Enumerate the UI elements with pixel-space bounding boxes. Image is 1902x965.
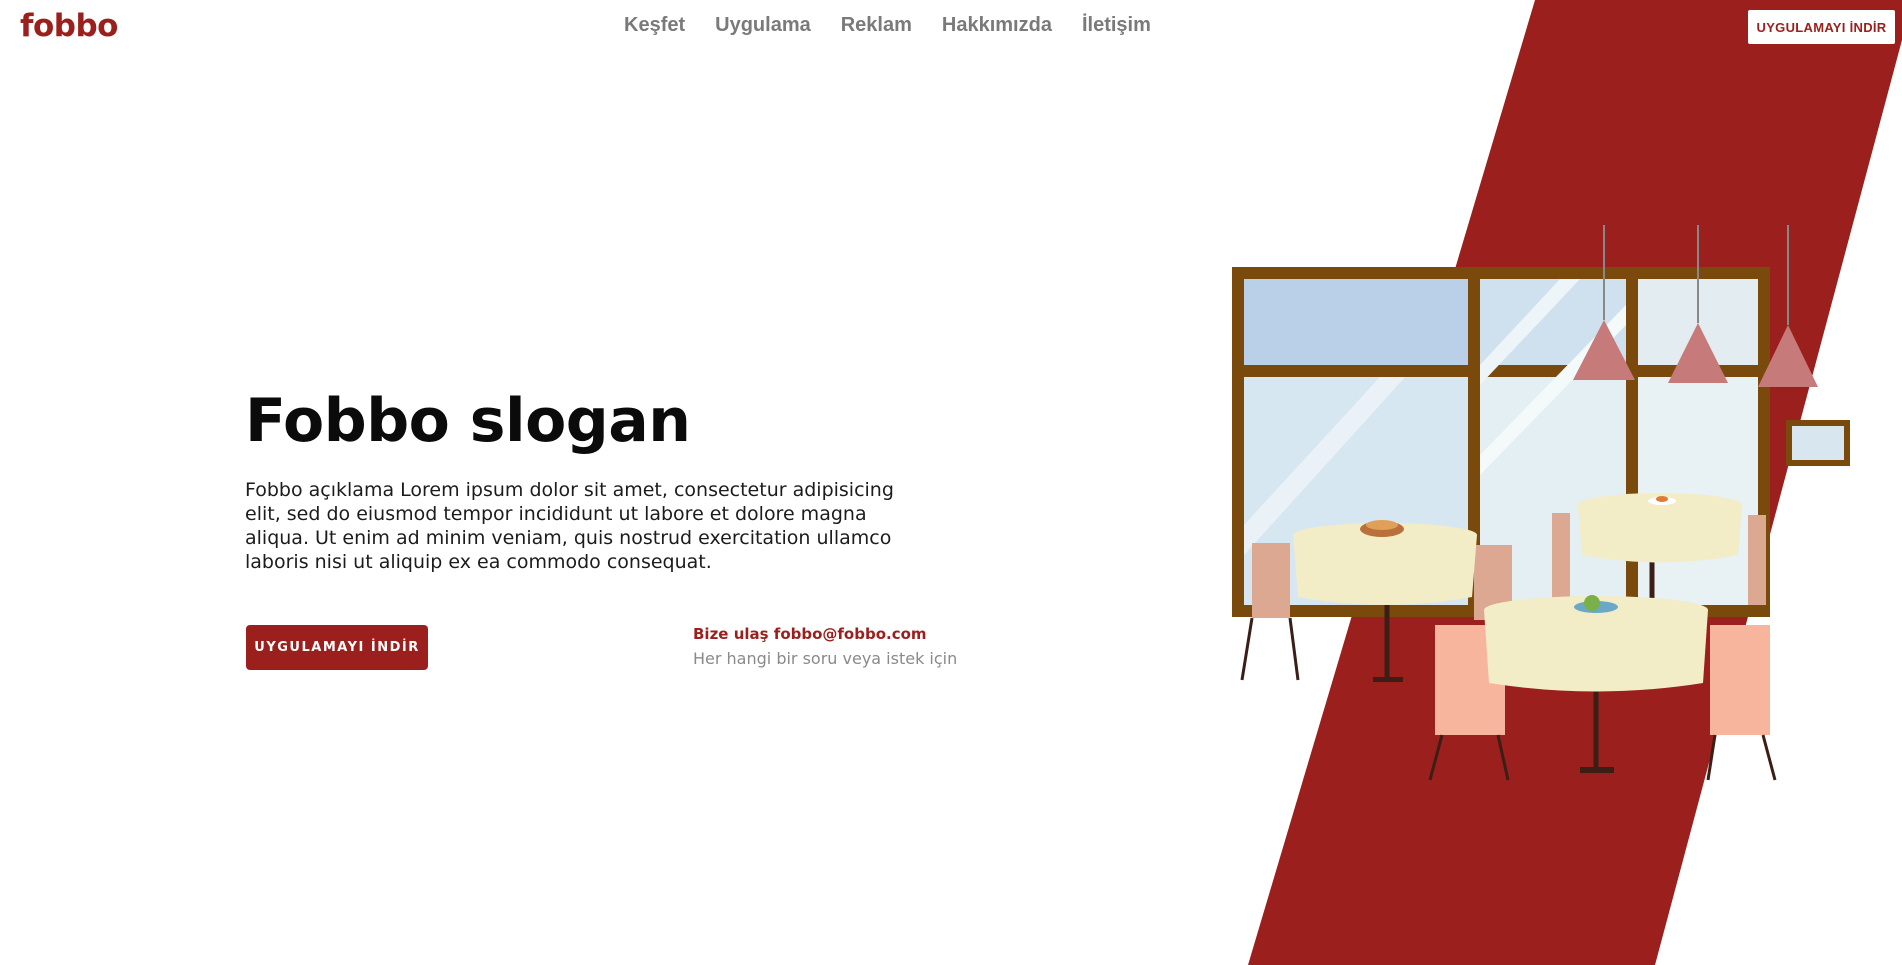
nav-item-hakkimizda[interactable]: Hakkımızda xyxy=(942,14,1052,37)
brand-logo[interactable]: fobbo xyxy=(20,8,118,44)
hero-title: Fobbo slogan xyxy=(245,386,691,456)
nav-item-iletisim[interactable]: İletişim xyxy=(1082,14,1151,37)
main-nav: Keşfet Uygulama Reklam Hakkımızda İletiş… xyxy=(624,14,1181,37)
contact-subtext: Her hangi bir soru veya istek için xyxy=(693,649,958,668)
nav-item-reklam[interactable]: Reklam xyxy=(841,14,912,37)
contact-email-link[interactable]: Bize ulaş fobbo@fobbo.com xyxy=(693,625,957,643)
nav-item-kesfet[interactable]: Keşfet xyxy=(624,14,685,37)
front-table xyxy=(1428,595,1777,781)
header-download-button[interactable]: UYGULAMAYI İNDİR xyxy=(1746,8,1897,46)
hero-download-button[interactable]: UYGULAMAYI İNDİR xyxy=(246,625,428,670)
nav-item-uygulama[interactable]: Uygulama xyxy=(715,14,811,37)
restaurant-illustration xyxy=(1232,225,1850,781)
contact-block: Bize ulaş fobbo@fobbo.com Her hangi bir … xyxy=(693,625,957,668)
hero-description: Fobbo açıklama Lorem ipsum dolor sit ame… xyxy=(245,479,894,573)
